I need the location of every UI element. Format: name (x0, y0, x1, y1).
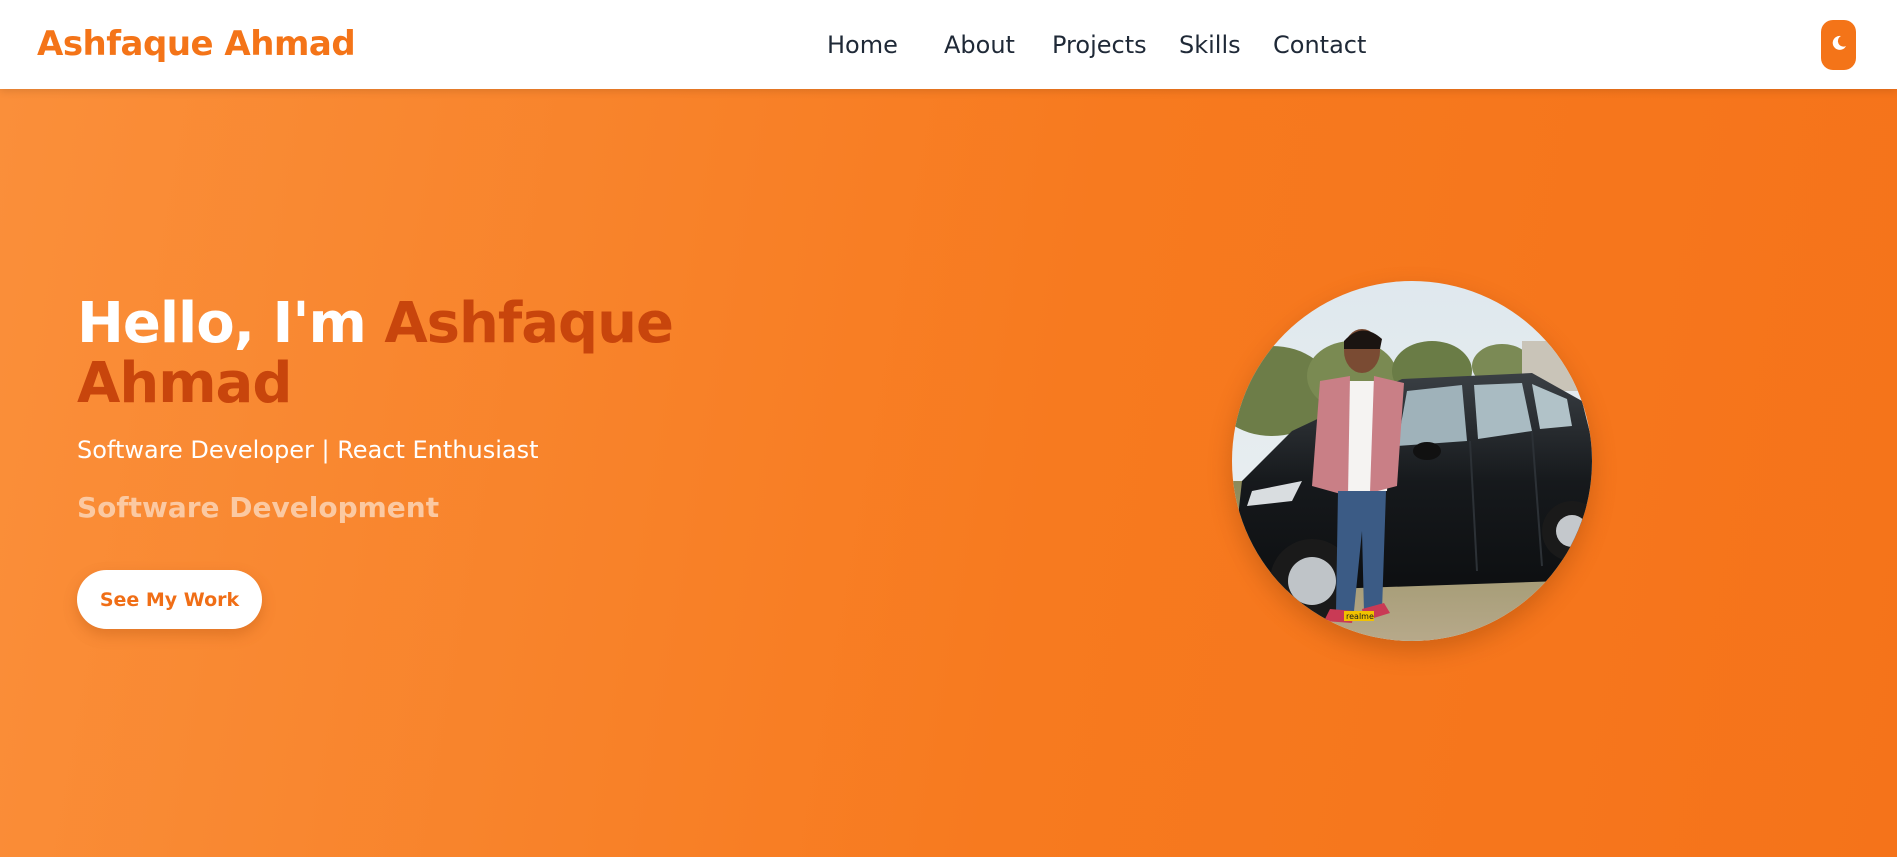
theme-toggle-button[interactable] (1821, 20, 1856, 70)
nav-link-contact[interactable]: Contact (1273, 31, 1366, 60)
moon-icon (1830, 34, 1848, 56)
nav-link-projects[interactable]: Projects (1052, 31, 1147, 60)
hero-section: Hello, I'm Ashfaque Ahmad Software Devel… (0, 89, 1897, 857)
see-my-work-button[interactable]: See My Work (77, 570, 262, 629)
photo-watermark: realme (1346, 612, 1374, 621)
nav-links: Home About Projects Skills Contact (0, 0, 1897, 89)
hero-subtitle: Software Developer | React Enthusiast (77, 436, 539, 464)
navbar: Ashfaque Ahmad Home About Projects Skill… (0, 0, 1897, 89)
hero-title: Hello, I'm Ashfaque Ahmad (77, 294, 777, 414)
hero-role-text: Software Development (77, 491, 440, 524)
profile-photo: realme (1232, 281, 1592, 641)
nav-link-about[interactable]: About (944, 31, 1015, 60)
hero-greeting: Hello, I'm (77, 291, 385, 356)
nav-link-skills[interactable]: Skills (1179, 31, 1241, 60)
nav-link-home[interactable]: Home (827, 31, 898, 60)
